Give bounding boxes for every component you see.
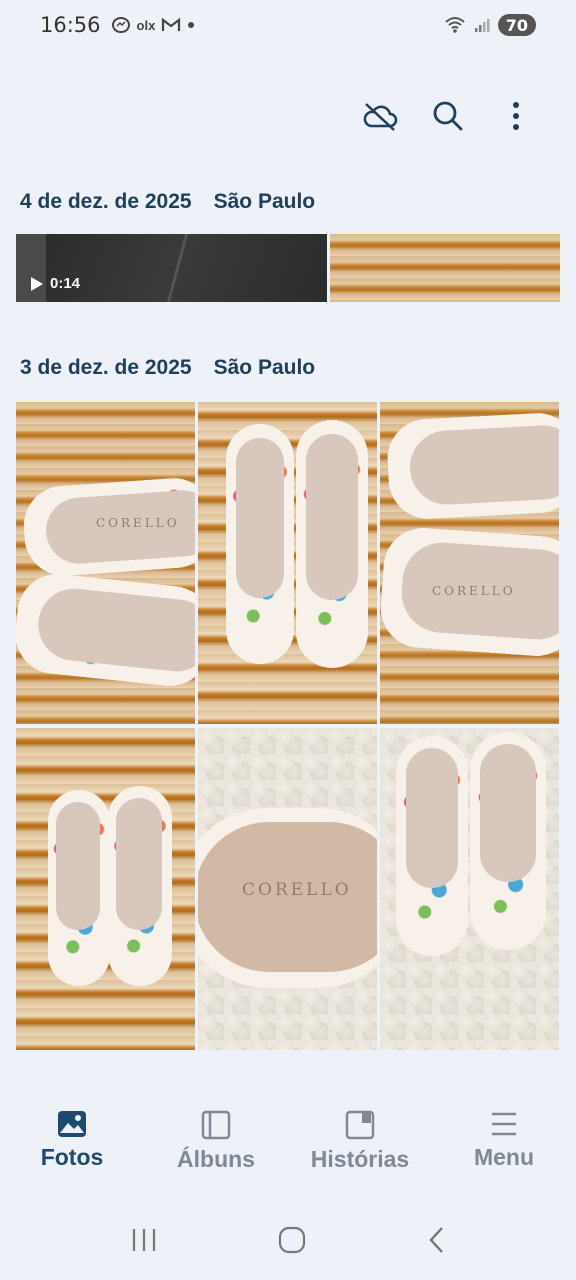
nav-label: Histórias: [310, 1146, 410, 1172]
photo-row: CORELLO CORELLO: [16, 402, 559, 724]
photo-thumbnail[interactable]: [198, 402, 377, 724]
play-icon: [31, 276, 43, 291]
back-button[interactable]: [426, 1225, 446, 1260]
nav-label: Fotos: [40, 1144, 104, 1170]
insole-image: [116, 798, 162, 930]
cloud-off-icon: [363, 103, 398, 131]
photo-brand-text: CORELLO: [242, 880, 352, 900]
nav-label: Menu: [473, 1144, 535, 1170]
bottom-navigation: Fotos Álbuns Histórias Menu: [0, 1110, 576, 1200]
insole-image: [406, 748, 458, 888]
wifi-icon: [445, 17, 465, 33]
photo-thumbnail[interactable]: CORELLO: [380, 402, 559, 724]
video-badge: 0:14: [30, 275, 80, 292]
insole-image: [236, 438, 284, 598]
messenger-icon: [111, 17, 130, 33]
home-icon: [278, 1226, 306, 1254]
home-button[interactable]: [277, 1225, 307, 1260]
video-duration: 0:14: [50, 275, 81, 292]
status-time: 16:56: [40, 13, 101, 37]
more-options-button[interactable]: [496, 96, 536, 136]
insole-image: [306, 434, 358, 600]
section-location[interactable]: São Paulo: [214, 356, 316, 380]
insole-image: [408, 423, 559, 507]
nav-item-fotos[interactable]: Fotos: [2, 1110, 142, 1200]
insole-image: [480, 744, 536, 882]
photo-thumbnail[interactable]: [16, 728, 195, 1050]
section-header: 4 de dez. de 2025 São Paulo: [20, 190, 315, 214]
battery-indicator: 70: [497, 14, 536, 36]
video-frame-detail: [166, 234, 189, 302]
album-icon: [201, 1110, 231, 1140]
section-date: 4 de dez. de 2025: [20, 190, 192, 213]
signal-icon: [474, 19, 490, 32]
dot-icon: [188, 22, 195, 28]
gmail-icon: [162, 17, 181, 31]
status-left: 16:56 olx: [40, 13, 195, 37]
back-icon: [429, 1227, 444, 1253]
top-toolbar: [360, 96, 536, 136]
nav-label: Álbuns: [177, 1146, 255, 1172]
section-header: 3 de dez. de 2025 São Paulo: [20, 356, 315, 380]
nav-item-albuns[interactable]: Álbuns: [146, 1110, 286, 1200]
photo-thumbnail[interactable]: CORELLO: [16, 402, 195, 724]
section-location[interactable]: São Paulo: [214, 190, 316, 214]
battery-level: 70: [505, 15, 528, 35]
notification-icons: olx: [111, 15, 196, 35]
nav-item-menu[interactable]: Menu: [434, 1110, 574, 1200]
insole-image: [56, 802, 100, 930]
olx-icon: olx: [136, 17, 156, 33]
video-thumbnail[interactable]: 0:14: [16, 234, 327, 302]
photo-brand-text: CORELLO: [96, 516, 180, 530]
photo-thumbnail[interactable]: CORELLO: [198, 728, 377, 1050]
stories-icon: [345, 1110, 375, 1140]
recent-apps-icon: [132, 1229, 155, 1251]
section-date: 3 de dez. de 2025: [20, 356, 192, 379]
status-bar: 16:56 olx 70: [0, 0, 576, 50]
recent-apps-button[interactable]: [130, 1227, 158, 1258]
photo-brand-text: CORELLO: [432, 584, 516, 598]
nav-item-historias[interactable]: Histórias: [290, 1110, 430, 1200]
image-icon: [58, 1111, 86, 1137]
photo-row: 0:14: [16, 234, 560, 302]
search-icon: [433, 101, 463, 131]
system-navigation: [0, 1215, 576, 1270]
photo-row: CORELLO: [16, 728, 559, 1050]
cloud-sync-button[interactable]: [360, 96, 400, 136]
status-right: 70: [444, 14, 536, 36]
photo-thumbnail[interactable]: [330, 234, 560, 302]
photo-thumbnail[interactable]: [380, 728, 559, 1050]
more-vert-icon: [513, 102, 519, 130]
search-button[interactable]: [428, 96, 468, 136]
menu-icon: [492, 1112, 516, 1136]
